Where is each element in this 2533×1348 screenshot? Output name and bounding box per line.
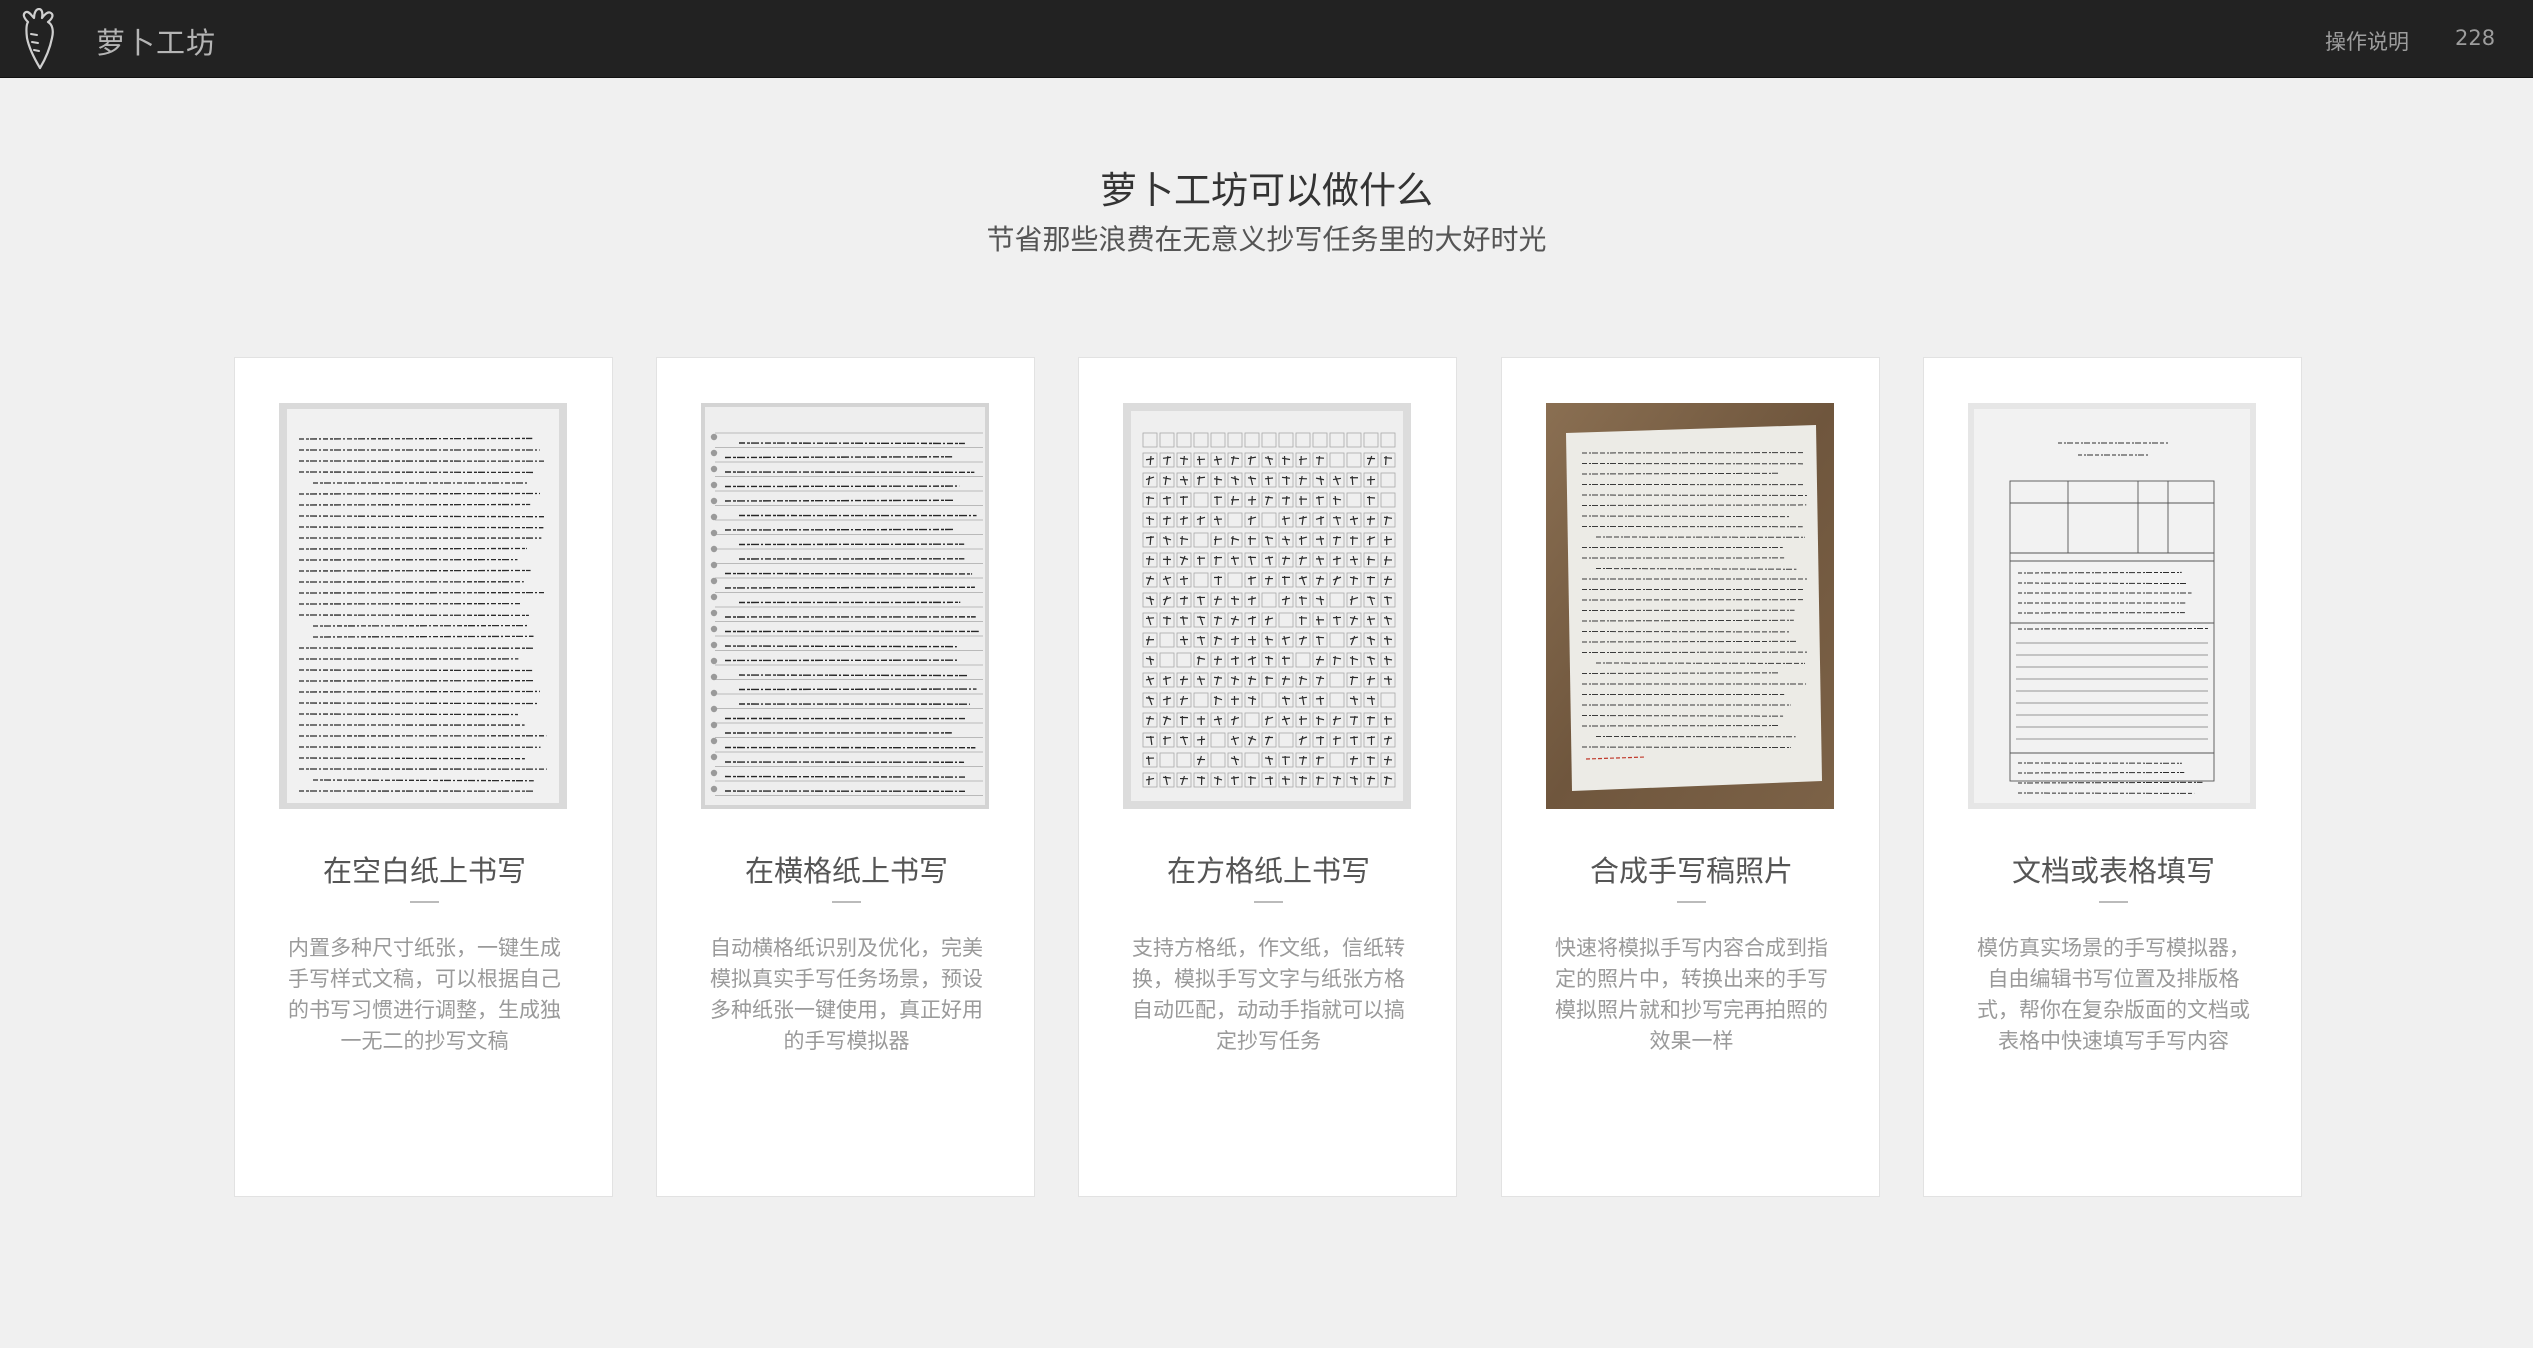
lined-paper-handwriting-image: [701, 403, 989, 809]
feature-title: 合成手写稿照片: [1589, 854, 1793, 888]
title-divider: [410, 901, 439, 903]
page-title: 萝卜工坊可以做什么: [1100, 169, 1433, 212]
blank-paper-handwriting-image: [279, 403, 567, 809]
visitor-count-link[interactable]: 228: [2455, 26, 2495, 50]
title-divider: [1254, 901, 1283, 903]
title-divider: [832, 901, 861, 903]
feature-title: 在横格纸上书写: [744, 854, 948, 888]
feature-description: 支持方格纸，作文纸，信纸转换，模拟手写文字与纸张方格自动匹配，动动手指就可以搞定…: [1132, 936, 1405, 1053]
feature-title: 在空白纸上书写: [322, 854, 526, 888]
grid-paper-handwriting-image: [1123, 403, 1411, 809]
page-subtitle: 节省那些浪费在无意义抄写任务里的大好时光: [986, 223, 1547, 256]
form-filling-image: [1968, 403, 2256, 809]
brand-name[interactable]: 萝卜工坊: [96, 20, 216, 62]
feature-card-lined-paper[interactable]: 在横格纸上书写 自动横格纸识别及优化，完美模拟真实手写任务场景，预设多种纸张一键…: [656, 357, 1035, 1197]
feature-description: 模仿真实场景的手写模拟器，自由编辑书写位置及排版格式，帮你在复杂版面的文档或表格…: [1977, 936, 2250, 1053]
top-navbar: 萝卜工坊 操作说明 228: [0, 0, 2533, 78]
feature-title: 在方格纸上书写: [1166, 854, 1370, 888]
feature-description: 自动横格纸识别及优化，完美模拟真实手写任务场景，预设多种纸张一键使用，真正好用的…: [710, 936, 983, 1053]
feature-card-blank-paper[interactable]: 在空白纸上书写 内置多种尺寸纸张，一键生成手写样式文稿，可以根据自己的书写习惯进…: [234, 357, 613, 1197]
title-divider: [2099, 901, 2128, 903]
handwriting-photo-image: [1546, 403, 1834, 809]
feature-card-photo[interactable]: 合成手写稿照片 快速将模拟手写内容合成到指定的照片中，转换出来的手写模拟照片就和…: [1501, 357, 1880, 1197]
help-link[interactable]: 操作说明: [2325, 26, 2409, 56]
feature-description: 内置多种尺寸纸张，一键生成手写样式文稿，可以根据自己的书写习惯进行调整，生成独一…: [288, 936, 561, 1053]
feature-card-grid-paper[interactable]: 在方格纸上书写 支持方格纸，作文纸，信纸转换，模拟手写文字与纸张方格自动匹配，动…: [1078, 357, 1457, 1197]
feature-title: 文档或表格填写: [2011, 854, 2215, 888]
feature-card-form[interactable]: 文档或表格填写 模仿真实场景的手写模拟器，自由编辑书写位置及排版格式，帮你在复杂…: [1923, 357, 2302, 1197]
feature-description: 快速将模拟手写内容合成到指定的照片中，转换出来的手写模拟照片就和抄写完再拍照的效…: [1555, 936, 1828, 1053]
carrot-icon[interactable]: [18, 8, 62, 70]
title-divider: [1677, 901, 1706, 903]
